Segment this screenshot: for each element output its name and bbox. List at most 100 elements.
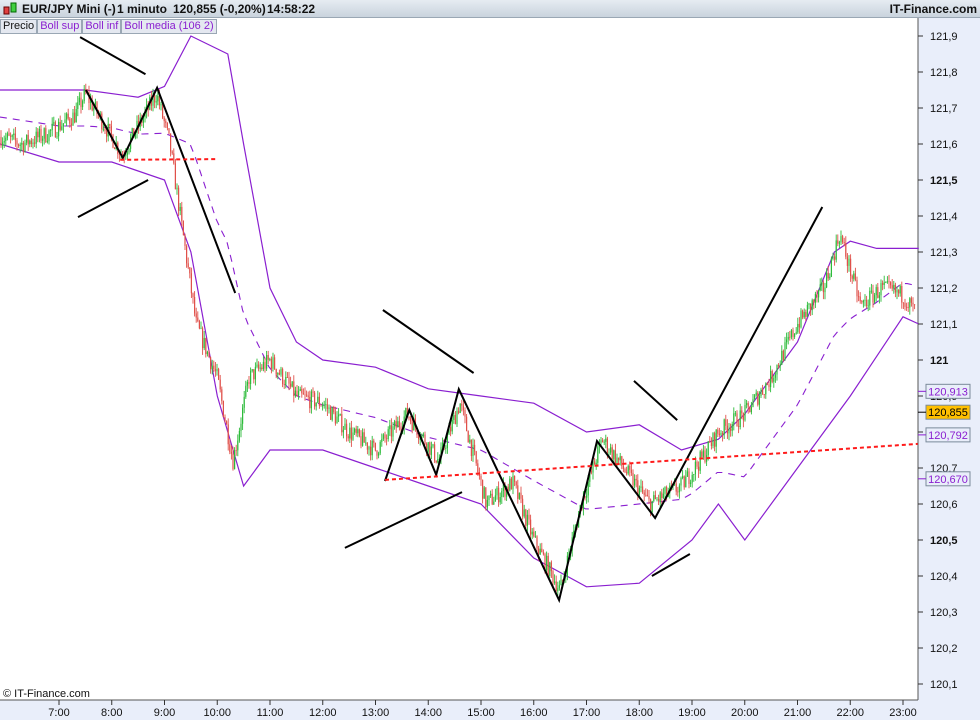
candle <box>890 281 892 289</box>
candle <box>547 552 549 578</box>
candle <box>651 500 653 514</box>
candle <box>808 302 810 310</box>
candle <box>701 448 703 459</box>
candle <box>816 289 818 303</box>
candle <box>67 108 69 121</box>
candle <box>354 427 356 435</box>
legend-boll-media[interactable]: Boll media (106 2) <box>121 19 217 34</box>
candle <box>24 139 26 153</box>
candle <box>376 450 378 460</box>
candle <box>11 134 13 141</box>
candle <box>230 445 232 460</box>
candle <box>541 542 543 553</box>
candle <box>526 510 528 532</box>
candle <box>18 143 20 148</box>
band-price-tag: 120,792 <box>918 427 971 443</box>
candle <box>618 457 620 464</box>
candle <box>891 279 893 292</box>
candle <box>610 443 612 455</box>
candle <box>829 273 831 281</box>
candle <box>373 438 375 448</box>
candle <box>782 349 784 362</box>
candle <box>528 508 530 525</box>
candle <box>333 405 335 415</box>
candle <box>195 307 197 323</box>
candle <box>810 303 812 316</box>
candle <box>784 336 786 361</box>
candle <box>288 371 290 391</box>
candle <box>411 418 413 434</box>
candle <box>301 385 303 398</box>
candle <box>272 352 274 372</box>
candle <box>851 274 853 284</box>
candle <box>533 527 535 538</box>
candle <box>554 574 556 585</box>
price-tag-label: 120,855 <box>928 407 968 419</box>
candle <box>280 366 282 377</box>
legend-boll-sup[interactable]: Boll sup <box>37 19 83 34</box>
candle <box>221 386 223 405</box>
candle <box>208 350 210 358</box>
last-price: 120,855 (-0,20%) <box>173 2 266 16</box>
candle <box>803 308 805 319</box>
candle <box>59 115 61 132</box>
candle <box>586 488 588 504</box>
candle <box>914 304 916 310</box>
legend-boll-inf[interactable]: Boll inf <box>82 19 122 34</box>
candle <box>66 112 68 127</box>
candle <box>818 289 820 303</box>
candle <box>725 414 727 431</box>
candle <box>830 256 832 278</box>
candle <box>75 102 77 123</box>
candle <box>798 317 800 334</box>
band-price-tag: 120,913 <box>918 383 971 399</box>
candle <box>226 420 228 425</box>
candle <box>334 406 336 426</box>
candle <box>69 117 71 128</box>
candle <box>690 479 692 488</box>
candle <box>46 134 48 144</box>
candle <box>171 150 173 155</box>
legend-price[interactable]: Precio <box>0 19 38 34</box>
copyright: © IT-Finance.com <box>3 688 90 700</box>
candle <box>755 389 757 397</box>
candle <box>731 421 733 437</box>
price-chart[interactable]: 121,9 121,8 121,7 121,6 121,5 121,4 121,3 121,2… <box>0 0 980 720</box>
candle <box>237 434 239 457</box>
candle <box>50 129 52 138</box>
candle <box>194 291 196 317</box>
candle <box>464 407 466 424</box>
candle <box>344 418 346 430</box>
candle <box>886 276 888 284</box>
candle <box>317 390 319 404</box>
candle <box>467 430 469 443</box>
candle <box>350 420 352 447</box>
candle <box>630 463 632 476</box>
y-axis-panel[interactable] <box>918 18 980 700</box>
candle <box>846 253 848 273</box>
candle <box>32 138 34 149</box>
candle <box>200 321 202 330</box>
candle <box>896 286 898 300</box>
candle <box>686 467 688 478</box>
candle <box>51 117 53 137</box>
candle <box>856 276 858 303</box>
candle <box>306 390 308 398</box>
candle <box>520 486 522 504</box>
candle <box>744 399 746 422</box>
candle <box>320 403 322 407</box>
candle <box>163 116 165 128</box>
candle <box>646 489 648 497</box>
candle <box>762 384 764 395</box>
candle <box>845 236 847 260</box>
candle <box>176 183 178 195</box>
candle <box>261 364 263 371</box>
candle <box>770 365 772 393</box>
candle <box>155 94 157 109</box>
candle <box>885 281 887 284</box>
candle <box>496 486 498 500</box>
candle <box>459 403 461 414</box>
candle <box>269 357 271 362</box>
candle <box>688 468 690 489</box>
candle <box>605 434 607 449</box>
